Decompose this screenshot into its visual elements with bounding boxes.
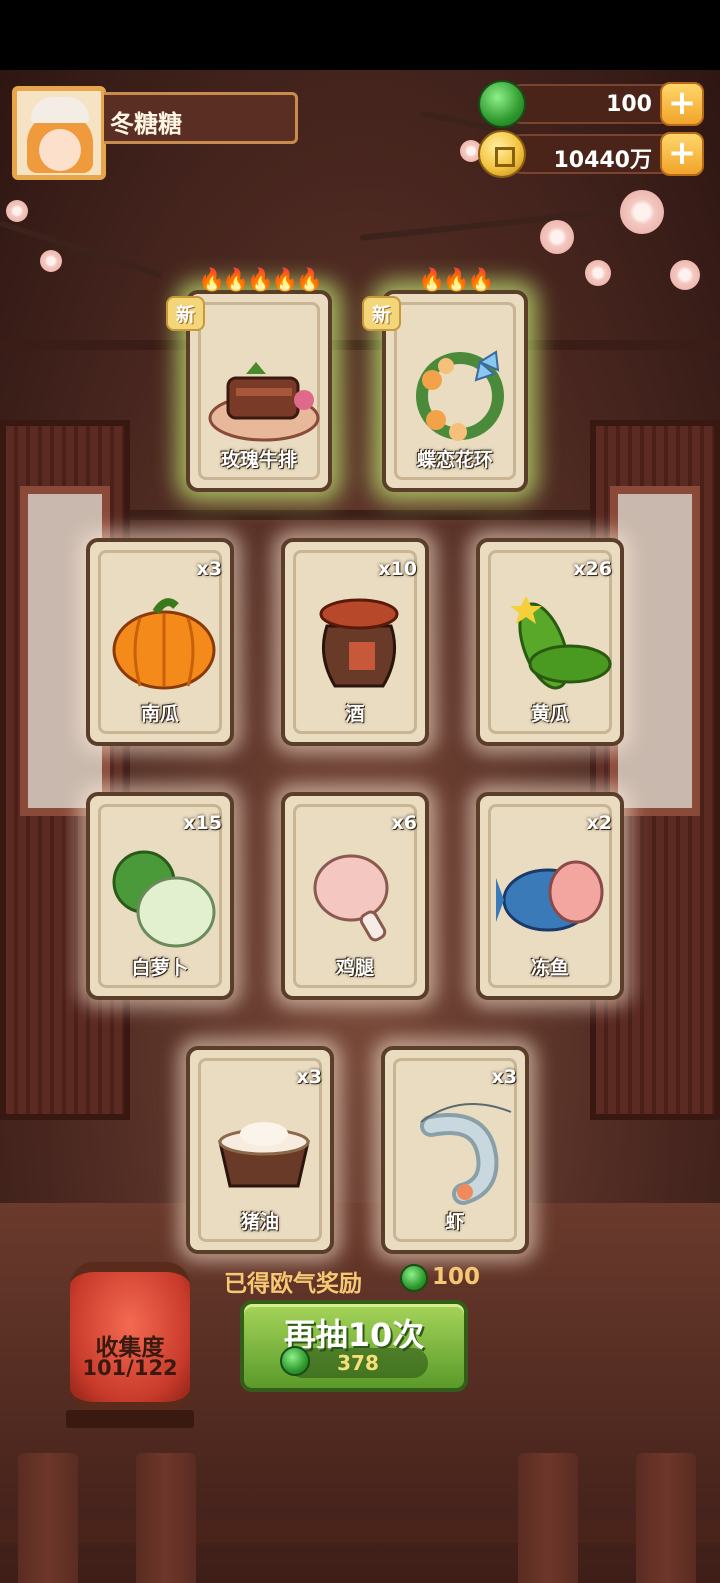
jade-coin-icon — [478, 80, 526, 128]
shrimp-icon — [420, 1103, 512, 1205]
fence-post — [18, 1453, 78, 1583]
player-name-bar: 冬糖糖 — [104, 92, 298, 144]
player-avatar[interactable] — [12, 86, 106, 180]
fence-rail — [0, 1521, 720, 1543]
card-count: x10 — [378, 558, 417, 580]
card-count: x6 — [391, 812, 417, 834]
avatar-hat — [31, 97, 89, 123]
avatar-face — [39, 129, 81, 171]
blossom — [40, 250, 62, 272]
fence-post — [636, 1453, 696, 1583]
rarity-flames: 🔥🔥🔥🔥🔥 — [198, 268, 323, 293]
flower-wreath-icon — [416, 350, 504, 441]
right-door — [590, 420, 720, 1120]
fence-post — [518, 1453, 578, 1583]
card-count: x3 — [491, 1066, 517, 1088]
draw-cost: 378 — [280, 1346, 428, 1378]
card-frozen-fish[interactable]: x2 冻鱼 — [476, 792, 624, 1000]
card-count: x3 — [196, 558, 222, 580]
drumstick-icon — [313, 854, 389, 942]
reward-label: 已得欧气奖励 — [224, 1271, 362, 1297]
card-count: x15 — [183, 812, 222, 834]
jade-amount: 100 — [606, 92, 652, 117]
collection-lantern[interactable]: 收集度 101/122 — [70, 1262, 190, 1412]
card-name: 鸡腿 — [335, 957, 374, 979]
blossom — [540, 220, 574, 254]
cherry-branch — [359, 203, 659, 241]
lard-bowl-icon — [218, 1122, 310, 1188]
card-shrimp[interactable]: x3 虾 — [381, 1046, 529, 1254]
card-count: x2 — [586, 812, 612, 834]
jade-coin-icon — [400, 1264, 428, 1292]
card-name: 酒 — [345, 703, 365, 725]
card-name: 黄瓜 — [530, 703, 569, 725]
card-cucumber[interactable]: x26 黄瓜 — [476, 538, 624, 746]
collection-progress: 101/122 — [82, 1356, 178, 1380]
jade-currency: 100 + — [478, 80, 704, 128]
wall-beam — [0, 340, 720, 350]
new-badge: 新 — [362, 296, 402, 331]
card-wine[interactable]: x10 酒 — [281, 538, 429, 746]
add-gold-button[interactable]: + — [660, 132, 704, 176]
card-name: 白萝卜 — [131, 957, 189, 979]
blossom — [6, 200, 28, 222]
add-jade-button[interactable]: + — [660, 82, 704, 126]
wine-jar-icon — [319, 598, 399, 688]
card-featured-steak[interactable]: 🔥🔥🔥🔥🔥 新 玫瑰牛排 — [166, 268, 332, 492]
lantern-stand — [66, 1410, 194, 1428]
fence-post — [136, 1453, 196, 1583]
cucumber-icon — [510, 596, 612, 690]
blossom — [670, 260, 700, 290]
card-name: 虾 — [445, 1211, 465, 1233]
card-name: 蝶恋花环 — [416, 449, 493, 471]
gold-amount: 10440万 — [553, 148, 652, 173]
frozen-fish-icon — [496, 860, 604, 932]
rarity-flames: 🔥🔥🔥 — [418, 268, 494, 293]
blossom — [585, 260, 611, 286]
draw-ten-button[interactable]: 再抽10次 378 — [240, 1300, 468, 1392]
pumpkin-icon — [112, 598, 216, 690]
blossom — [620, 190, 664, 234]
card-name: 玫瑰牛排 — [220, 449, 297, 471]
card-lard[interactable]: x3 猪油 — [186, 1046, 334, 1254]
card-drumstick[interactable]: x6 鸡腿 — [281, 792, 429, 1000]
card-radish[interactable]: x15 白萝卜 — [86, 792, 234, 1000]
card-featured-wreath[interactable]: 🔥🔥🔥 新 蝶恋花环 — [362, 268, 528, 492]
card-name: 冻鱼 — [530, 957, 569, 979]
draw-cost-value: 378 — [337, 1351, 379, 1375]
card-name: 猪油 — [240, 1211, 279, 1233]
radish-icon — [112, 850, 216, 948]
steak-icon — [208, 362, 320, 442]
card-count: x3 — [296, 1066, 322, 1088]
cherry-branch — [0, 220, 163, 279]
gold-currency: 10440万 + — [478, 130, 704, 178]
gold-coin-icon — [478, 130, 526, 178]
card-count: x26 — [573, 558, 612, 580]
reward-value: 100 — [432, 1264, 481, 1290]
card-pumpkin[interactable]: x3 南瓜 — [86, 538, 234, 746]
left-door — [0, 420, 130, 1120]
card-name: 南瓜 — [140, 703, 179, 725]
new-badge: 新 — [166, 296, 206, 331]
player-name: 冬糖糖 — [110, 110, 182, 138]
